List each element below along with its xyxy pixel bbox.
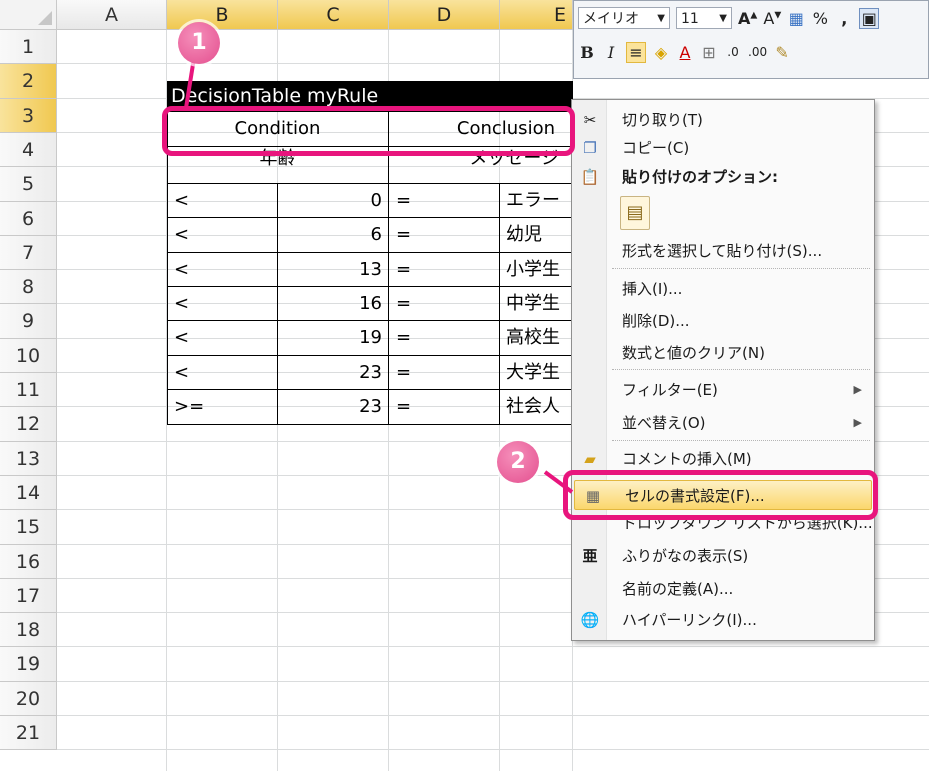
spreadsheet: A B C D E 1 2 3 4 5 6 7 8 9 10 11 12 13 14 15 16 17 18 19 2… bbox=[0, 0, 929, 771]
step-badge-1: 1 bbox=[178, 22, 220, 64]
badge-two-pointer bbox=[543, 470, 574, 494]
annotation-pointers bbox=[184, 57, 574, 494]
step-badge-2: 2 bbox=[497, 441, 539, 483]
badge-one-pointer bbox=[184, 57, 196, 109]
